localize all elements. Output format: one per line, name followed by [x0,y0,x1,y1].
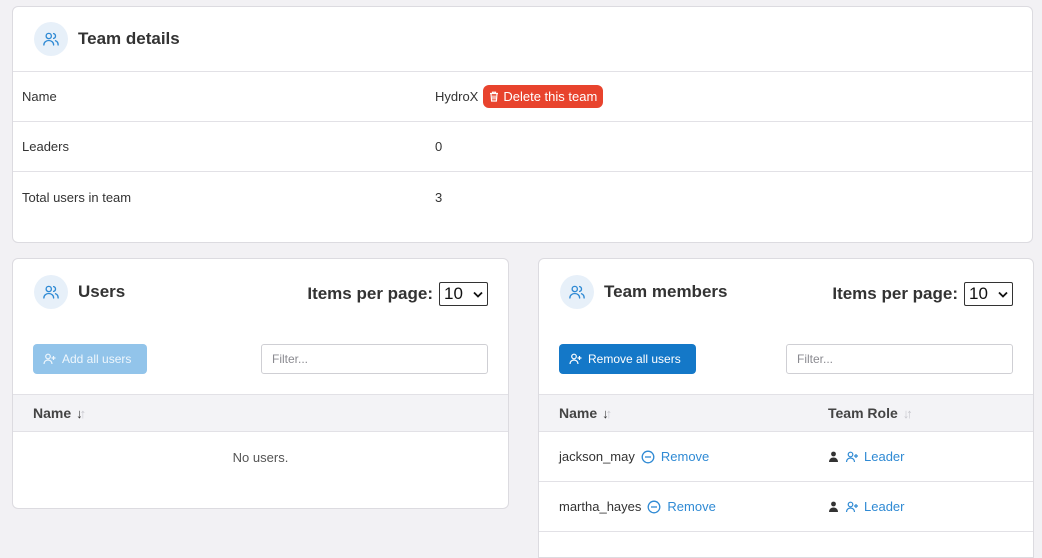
minus-circle-icon [647,500,661,513]
role-cell: Leader [828,449,904,464]
detail-value: 0 [435,139,443,154]
minus-circle-icon [641,450,655,463]
remove-all-users-button[interactable]: Remove all users [559,344,696,374]
make-leader-label: Leader [864,449,905,464]
items-per-page-select[interactable]: 10 [439,282,488,306]
column-role-label: Team Role [828,405,898,421]
column-name-label: Name [559,405,598,421]
items-per-page-select[interactable]: 10 [964,282,1013,306]
member-name-cell: jackson_may Remove [539,449,828,464]
table-row: jackson_may Remove Leader [539,432,1033,482]
members-toolbar: Remove all users Filter... [539,324,1033,394]
detail-value: 3 [435,189,443,205]
items-per-page: Items per page: 10 [832,282,1013,306]
team-members-card: Team members Items per page: 10 Remove a… [538,258,1034,558]
users-filter-input[interactable]: Filter... [261,344,488,374]
detail-value: HydroX Delete this team [435,85,604,108]
sort-icon: ↓↑ [902,405,913,421]
detail-label: Name [22,89,57,104]
members-filter-input[interactable]: Filter... [786,344,1013,374]
remove-member-label: Remove [660,449,710,464]
users-header: Users Items per page: 10 [13,259,508,324]
column-name-label: Name [33,405,72,421]
role-cell: Leader [828,499,904,514]
delete-team-button[interactable]: Delete this team [483,85,604,108]
users-toolbar: Add all users Filter... [13,324,508,394]
add-all-users-button[interactable]: Add all users [33,344,147,374]
remove-member-button[interactable]: Remove [647,499,716,514]
remove-member-button[interactable]: Remove [641,449,709,464]
team-name-value: HydroX [435,89,479,104]
make-leader-label: Leader [864,499,905,514]
member-name: jackson_may [559,449,635,464]
trash-icon [490,91,499,102]
items-per-page-label: Items per page: [307,284,433,303]
items-per-page-value: 10 [444,284,463,303]
team-details-header: Team details [13,7,1032,72]
member-name: martha_hayes [559,499,642,514]
make-leader-button[interactable]: Leader [845,449,904,464]
users-icon [34,22,68,56]
column-name-header[interactable]: Name ↓↑ [539,405,828,421]
users-icon [34,274,68,309]
items-per-page-label: Items per page: [832,284,958,303]
remove-member-label: Remove [667,499,716,514]
user-plus-icon [569,353,582,365]
members-table-header: Name ↓↑ Team Role ↓↑ [539,394,1033,432]
remove-all-users-label: Remove all users [588,352,681,366]
chevron-down-icon [998,291,1008,298]
detail-row-total-users: Total users in team 3 [13,172,1032,222]
members-title: Team members [604,281,728,301]
detail-label: Total users in team [22,189,132,205]
members-header: Team members Items per page: 10 [539,259,1033,324]
user-plus-icon [845,501,858,512]
sort-icon: ↓↑ [602,405,612,421]
users-table-header: Name ↓↑ [13,394,508,432]
person-icon [829,451,838,462]
items-per-page-value: 10 [969,284,988,303]
add-all-users-label: Add all users [62,352,132,366]
empty-state: No users. [232,449,289,465]
column-name-header[interactable]: Name ↓↑ [13,405,86,421]
person-icon [829,501,838,512]
column-role-header[interactable]: Team Role ↓↑ [828,405,913,421]
page-title: Team details [78,29,180,48]
delete-team-label: Delete this team [503,89,598,104]
detail-label: Leaders [22,139,69,154]
user-plus-icon [43,353,56,365]
users-icon [560,274,594,309]
chevron-down-icon [473,291,483,298]
users-card: Users Items per page: 10 Add all users F… [12,258,509,509]
sort-icon: ↓↑ [76,405,86,421]
users-title: Users [78,281,126,301]
team-details-card: Team details Name HydroX Delete this tea… [12,6,1033,243]
member-name-cell: martha_hayes Remove [539,499,828,514]
table-row: martha_hayes Remove Leader [539,482,1033,532]
make-leader-button[interactable]: Leader [845,499,904,514]
detail-row-leaders: Leaders 0 [13,122,1032,172]
items-per-page: Items per page: 10 [307,282,488,306]
user-plus-icon [845,451,858,462]
detail-row-name: Name HydroX Delete this team [13,72,1032,122]
